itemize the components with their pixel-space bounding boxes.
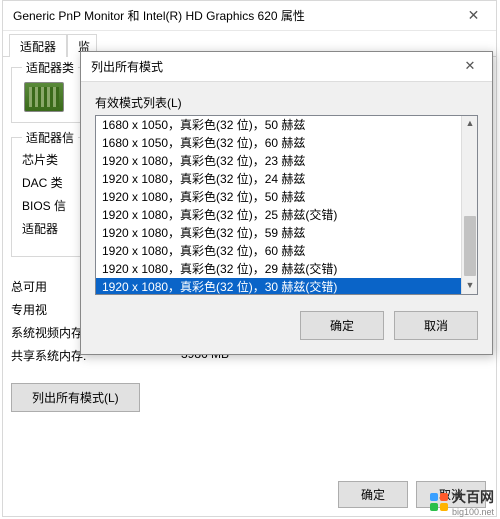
adapter-type-label: 适配器类 (22, 59, 78, 76)
mode-item[interactable]: 1680 x 1050，真彩色(32 位)，60 赫兹 (96, 134, 461, 152)
site-watermark: 大百网 big100.net (430, 487, 494, 517)
window-title: Generic PnP Monitor 和 Intel(R) HD Graphi… (3, 1, 496, 31)
mode-item[interactable]: 1680 x 1050，真彩色(32 位)，50 赫兹 (96, 116, 461, 134)
dialog-close-button[interactable]: ✕ (452, 54, 488, 80)
mode-item[interactable]: 1920 x 1080，真彩色(32 位)，24 赫兹 (96, 170, 461, 188)
dialog-ok-button[interactable]: 确定 (300, 311, 384, 340)
mode-item[interactable]: 1920 x 1080，真彩色(32 位)，50 赫兹 (96, 188, 461, 206)
scroll-thumb[interactable] (464, 216, 476, 276)
properties-ok-button[interactable]: 确定 (338, 481, 408, 508)
adapter-info-label: 适配器信 (22, 129, 78, 146)
valid-modes-label: 有效模式列表(L) (95, 94, 478, 111)
logo-url: big100.net (452, 507, 494, 517)
mode-item[interactable]: 1920 x 1080，真彩色(32 位)，25 赫兹(交错) (96, 206, 461, 224)
modes-listbox[interactable]: 1680 x 1050，真彩色(32 位)，50 赫兹1680 x 1050，真… (95, 115, 478, 295)
listbox-scrollbar[interactable]: ▲ ▼ (461, 116, 477, 294)
graphics-card-icon (24, 82, 64, 112)
logo-name: 大百网 (452, 489, 494, 505)
tab-adapter[interactable]: 适配器 (9, 34, 67, 57)
dialog-body: 有效模式列表(L) 1680 x 1050，真彩色(32 位)，50 赫兹168… (81, 82, 492, 354)
window-close-button[interactable]: ✕ (451, 1, 496, 31)
dialog-cancel-button[interactable]: 取消 (394, 311, 478, 340)
dialog-footer-buttons: 确定 取消 (95, 311, 478, 340)
mode-item[interactable]: 1920 x 1080，真彩色(32 位)，29 赫兹(交错) (96, 260, 461, 278)
scroll-up-arrow-icon[interactable]: ▲ (462, 116, 478, 132)
mode-item[interactable]: 1920 x 1080，真彩色(32 位)，23 赫兹 (96, 152, 461, 170)
dialog-title: 列出所有模式 (81, 52, 492, 82)
scroll-down-arrow-icon[interactable]: ▼ (462, 278, 478, 294)
list-modes-dialog: 列出所有模式 ✕ 有效模式列表(L) 1680 x 1050，真彩色(32 位)… (80, 51, 493, 355)
mode-item[interactable]: 1920 x 1080，真彩色(32 位)，59 赫兹 (96, 224, 461, 242)
mode-item[interactable]: 1920 x 1080，真彩色(32 位)，30 赫兹(交错) (96, 278, 461, 294)
mode-item[interactable]: 1920 x 1080，真彩色(32 位)，60 赫兹 (96, 242, 461, 260)
list-all-modes-button[interactable]: 列出所有模式(L) (11, 383, 140, 412)
logo-icon (430, 493, 448, 511)
